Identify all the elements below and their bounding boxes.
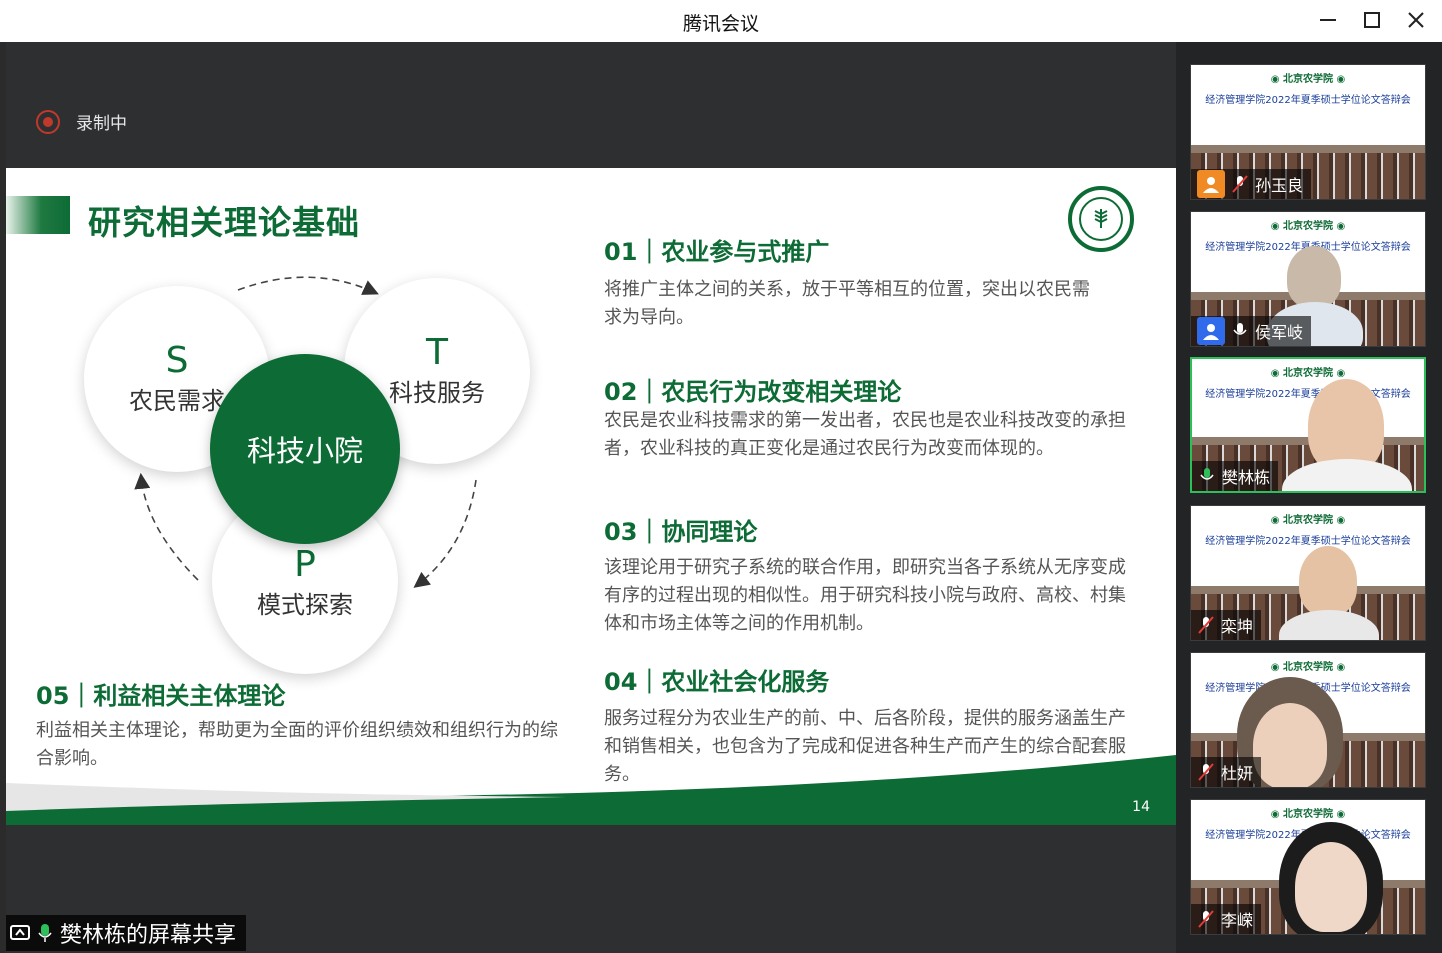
p-label: 模式探索: [257, 591, 353, 619]
section-02-body: 农民是农业科技需求的第一发出者，农民也是农业科技改变的承担者，农业科技的真正变化…: [604, 410, 1126, 459]
slide-title: 研究相关理论基础: [88, 203, 360, 242]
participant-name: 栾坤: [1221, 617, 1254, 636]
participant-name: 孙玉良: [1255, 176, 1304, 195]
participant-nameplate: 李嵘: [1191, 904, 1262, 934]
section-01-heading: 01｜农业参与式推广: [604, 238, 830, 266]
logo-emblem: [1079, 197, 1123, 241]
participant-nameplate: 栾坤: [1191, 610, 1262, 640]
mic-muted-icon: [1197, 615, 1215, 635]
screen-share-label: 樊林栋的屏幕共享: [6, 915, 247, 951]
participant-tile[interactable]: ◉ 北京农学院 ◉ 经济管理学院2022年夏季硕士学位论文答辩会 杜妍: [1190, 652, 1426, 788]
avatar-icon: [1197, 317, 1225, 345]
tile-background-caption: 经济管理学院2022年夏季硕士学位论文答辩会: [1205, 389, 1411, 400]
section-03-body: 该理论用于研究子系统的联合作用，即研究当各子系统从无序变成有序的过程出现的相似性…: [604, 557, 1126, 634]
tile-banner-logo: ◉ 北京农学院 ◉: [1270, 74, 1346, 85]
tile-background-caption: 经济管理学院2022年夏季硕士学位论文答辩会: [1205, 536, 1411, 547]
participant-video-face: [1287, 246, 1341, 308]
participant-name: 杜妍: [1221, 764, 1254, 783]
tile-banner-logo: ◉ 北京农学院 ◉: [1270, 221, 1346, 232]
participant-nameplate: 孙玉良: [1191, 169, 1312, 199]
participant-nameplate: 樊林栋: [1192, 461, 1279, 491]
participant-tile[interactable]: ◉ 北京农学院 ◉ 经济管理学院2022年夏季硕士学位论文答辩会 栾坤: [1190, 505, 1426, 641]
close-icon[interactable]: [1398, 6, 1434, 34]
participant-name: 侯军岐: [1255, 323, 1304, 342]
mic-muted-icon: [1197, 762, 1215, 782]
window-titlebar: 腾讯会议: [0, 0, 1442, 42]
presentation-slide: 研究相关理论基础 S 农民需求 T 科技服务 P 模式探索 科技小院 01｜农业…: [6, 168, 1176, 825]
mic-muted-icon: [1197, 909, 1215, 929]
tile-banner-logo: ◉ 北京农学院 ◉: [1270, 662, 1346, 673]
participant-tile[interactable]: ◉ 北京农学院 ◉ 经济管理学院2022年夏季硕士学位论文答辩会 孙玉良: [1190, 64, 1426, 200]
screen-share-icon: [10, 925, 30, 940]
minimize-icon[interactable]: [1310, 6, 1346, 34]
window-title: 腾讯会议: [682, 13, 759, 35]
section-05-heading: 05｜利益相关主体理论: [36, 682, 286, 710]
participant-name: 李嵘: [1221, 911, 1254, 930]
tile-background-caption: 经济管理学院2022年夏季硕士学位论文答辩会: [1205, 95, 1411, 106]
tile-banner-logo: ◉ 北京农学院 ◉: [1270, 809, 1346, 820]
recording-indicator[interactable]: 录制中: [36, 109, 127, 134]
participant-video-face: [1295, 842, 1367, 932]
mic-muted-icon: [1231, 174, 1249, 194]
participant-tile[interactable]: ◉ 北京农学院 ◉ 经济管理学院2022年夏季硕士学位论文答辩会 李嵘: [1190, 799, 1426, 935]
participant-tile-active[interactable]: ◉ 北京农学院 ◉ 经济管理学院2022年夏季硕士学位论文答辩会 樊林栋: [1190, 357, 1426, 493]
tile-banner-logo: ◉ 北京农学院 ◉: [1270, 515, 1346, 526]
mic-speaking-icon: [1198, 466, 1216, 486]
center-circle: 科技小院: [210, 354, 400, 544]
s-letter: S: [165, 340, 189, 381]
footer-wave: [6, 755, 1176, 825]
participant-sidebar: ◉ 北京农学院 ◉ 经济管理学院2022年夏季硕士学位论文答辩会 孙玉良 ◉ 北…: [1176, 42, 1442, 953]
maximize-icon[interactable]: [1354, 6, 1390, 34]
participant-nameplate: 侯军岐: [1191, 316, 1312, 346]
title-decoration: [6, 196, 70, 234]
participant-video-face: [1253, 703, 1327, 787]
avatar-icon: [1197, 170, 1225, 198]
record-icon: [36, 109, 60, 134]
page-number: 14: [1132, 799, 1150, 815]
recording-label: 录制中: [76, 114, 127, 134]
participant-tile[interactable]: ◉ 北京农学院 ◉ 经济管理学院2022年夏季硕士学位论文答辩会 侯军岐: [1190, 211, 1426, 347]
mic-icon: [38, 924, 52, 942]
tile-banner-logo: ◉ 北京农学院 ◉: [1270, 368, 1346, 379]
p-letter: P: [294, 544, 316, 585]
share-label-text: 樊林栋的屏幕共享: [60, 923, 237, 948]
t-letter: T: [426, 332, 448, 373]
participant-name: 樊林栋: [1222, 468, 1271, 487]
university-logo: [1068, 186, 1134, 252]
section-02-heading: 02｜农民行为改变相关理论: [604, 378, 902, 406]
participant-nameplate: 杜妍: [1191, 757, 1262, 787]
section-01-body: 将推广主体之间的关系，放于平等相互的位置，突出以农民需求为导向。: [604, 279, 1090, 328]
participant-video-face: [1299, 546, 1357, 616]
section-03-heading: 03｜协同理论: [604, 518, 758, 546]
mic-on-icon: [1231, 321, 1249, 341]
section-04-heading: 04｜农业社会化服务: [604, 668, 830, 696]
